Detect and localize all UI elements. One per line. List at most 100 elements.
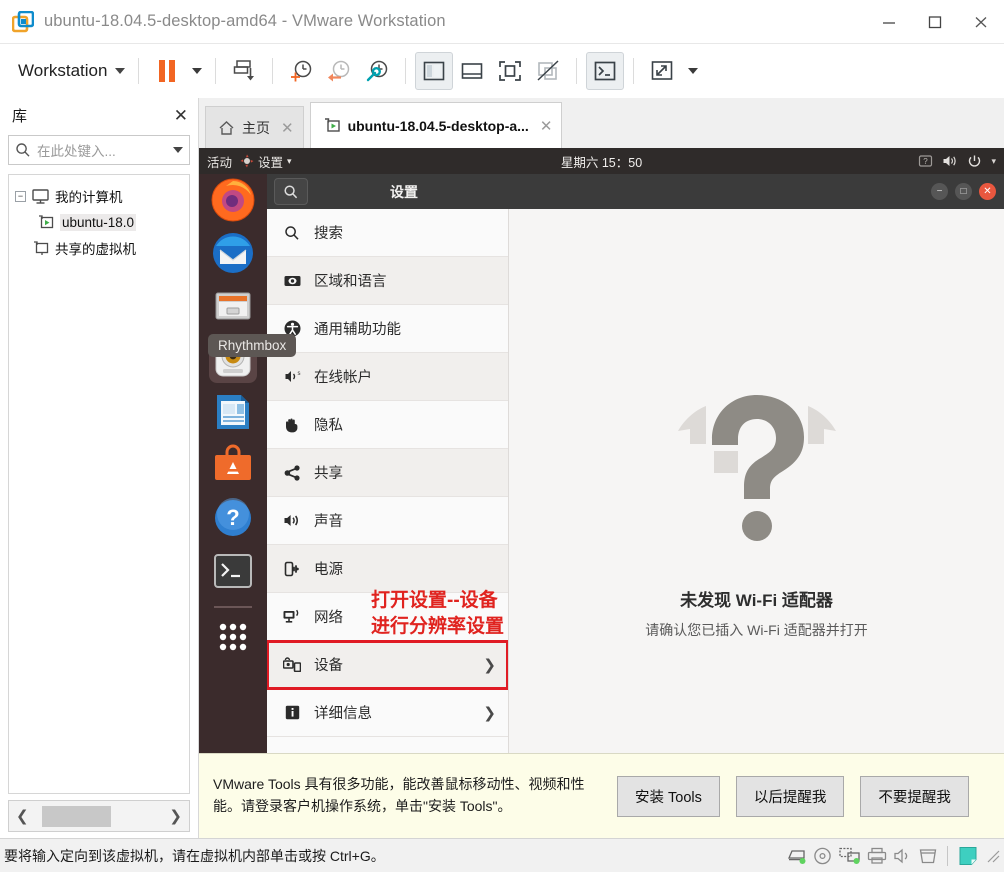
tree-item-my-computer[interactable]: − 我的计算机 xyxy=(13,183,185,209)
toolbar-divider xyxy=(138,58,140,84)
hard-disk-icon[interactable] xyxy=(787,847,807,865)
volume-icon xyxy=(943,156,957,166)
vmware-tools-message: VMware Tools 具有很多功能，能改善鼠标移动性、视频和性能。请登录客户… xyxy=(213,776,585,814)
removable-device-icon[interactable] xyxy=(919,847,937,865)
dock-item-thunderbird[interactable] xyxy=(209,229,257,277)
minimize-button[interactable] xyxy=(866,0,912,44)
settings-maximize-button[interactable]: □ xyxy=(955,183,972,200)
stretch-dropdown-button[interactable] xyxy=(681,52,703,90)
window-title: ubuntu-18.04.5-desktop-amd64 - VMware Wo… xyxy=(44,12,446,30)
scroll-left-button[interactable]: ❮ xyxy=(16,807,29,825)
activities-button[interactable]: 活动 xyxy=(207,152,232,171)
tree-item-label: 共享的虚拟机 xyxy=(55,242,136,257)
tab-close-button[interactable]: ✕ xyxy=(281,119,294,137)
tab-ubuntu-vm[interactable]: ubuntu-18.04.5-desktop-a... ✕ xyxy=(309,102,563,148)
maximize-button[interactable] xyxy=(912,0,958,44)
chevron-right-icon: ❯ xyxy=(483,704,496,722)
settings-item-details[interactable]: 详细信息 ❯ xyxy=(267,689,508,737)
dock-item-terminal[interactable] xyxy=(209,547,257,595)
sound-icon xyxy=(283,513,301,528)
home-icon xyxy=(219,120,234,135)
details-icon xyxy=(283,705,301,720)
stretch-button[interactable] xyxy=(643,52,681,90)
printer-icon[interactable] xyxy=(867,847,887,865)
settings-item-online-accounts[interactable]: s 在线帐户 xyxy=(267,353,508,401)
dock-item-firefox[interactable] xyxy=(209,176,257,224)
vmware-logo-icon xyxy=(11,10,35,33)
unity-mode-button[interactable] xyxy=(529,52,567,90)
unity-mode-icon xyxy=(537,60,559,81)
dock-item-show-applications[interactable] xyxy=(209,613,257,661)
settings-item-sharing[interactable]: 共享 xyxy=(267,449,508,497)
dock-item-libreoffice-writer[interactable] xyxy=(209,388,257,436)
terminal-button[interactable] xyxy=(586,52,625,90)
library-horizontal-scrollbar[interactable]: ❮ ❯ xyxy=(8,800,190,832)
library-search-box[interactable]: 在此处键入... xyxy=(8,135,190,165)
settings-item-power[interactable]: 电源 xyxy=(267,545,508,593)
clock[interactable]: 星期六 15：50 xyxy=(199,152,1004,171)
vmware-tools-buttons: 安装 Tools 以后提醒我 不要提醒我 xyxy=(617,775,969,817)
never-remind-me-button[interactable]: 不要提醒我 xyxy=(860,775,969,817)
chevron-down-icon[interactable]: ▾ xyxy=(991,156,996,167)
snapshot-revert-button[interactable] xyxy=(320,52,358,90)
app-menu-button[interactable]: 设置 ▾ xyxy=(240,152,292,171)
show-library-button[interactable] xyxy=(415,52,454,90)
settings-item-accessibility[interactable]: 通用辅助功能 xyxy=(267,305,508,353)
dock-item-ubuntu-software[interactable] xyxy=(209,441,257,489)
workstation-menu-button[interactable]: Workstation xyxy=(14,58,129,84)
snapshot-manager-button[interactable] xyxy=(358,52,396,90)
remind-me-later-button[interactable]: 以后提醒我 xyxy=(735,775,845,817)
settings-item-privacy[interactable]: 隐私 xyxy=(267,401,508,449)
snapshot-take-button[interactable] xyxy=(225,52,263,90)
snapshot-revert-icon xyxy=(328,60,350,82)
pause-button[interactable] xyxy=(148,52,186,90)
chevron-down-icon[interactable] xyxy=(173,147,183,153)
settings-item-label: 在线帐户 xyxy=(314,370,372,386)
settings-item-sound[interactable]: 声音 xyxy=(267,497,508,545)
snapshot-add-button[interactable] xyxy=(282,52,320,90)
tree-item-shared-vms[interactable]: 共享的虚拟机 xyxy=(13,235,185,261)
search-icon xyxy=(284,184,298,198)
scroll-thumb[interactable] xyxy=(42,806,111,827)
cd-dvd-icon[interactable] xyxy=(813,847,833,865)
tree-item-label: 我的计算机 xyxy=(55,190,123,205)
settings-close-button[interactable]: ✕ xyxy=(979,183,996,200)
title-bar: ubuntu-18.04.5-desktop-amd64 - VMware Wo… xyxy=(0,0,1004,44)
svg-text:?: ? xyxy=(226,505,239,530)
status-divider xyxy=(947,845,948,866)
fullscreen-button[interactable] xyxy=(491,52,529,90)
settings-item-devices[interactable]: 设备 ❯ xyxy=(267,640,508,690)
tab-home[interactable]: 主页 ✕ xyxy=(205,106,304,148)
tree-item-ubuntu-vm[interactable]: ubuntu-18.0 xyxy=(13,209,185,235)
resize-grip-icon[interactable] xyxy=(986,849,1000,863)
settings-sidebar[interactable]: 搜索 区域和语言 通用辅助功能 s 在线帐户 隐私 共享 声音 电源 网络 设备… xyxy=(267,209,509,753)
show-console-view-button[interactable] xyxy=(453,52,491,90)
status-device-icons xyxy=(787,845,1000,866)
library-tree[interactable]: − 我的计算机 ubuntu-18.0 共享的虚拟机 xyxy=(8,174,190,794)
dock-item-help[interactable]: ? xyxy=(209,494,257,542)
chevron-right-icon: ❯ xyxy=(483,656,496,674)
shared-vm-icon xyxy=(34,240,49,255)
settings-item-region-language[interactable]: 区域和语言 xyxy=(267,257,508,305)
dock-item-files[interactable] xyxy=(209,282,257,330)
vm-console[interactable]: 活动 设置 ▾ 星期六 15：50 ? ▾ ? 设置 − □ ✕ 搜索 区域和语… xyxy=(199,148,1004,753)
tab-close-button[interactable]: ✕ xyxy=(540,117,553,135)
network-adapter-icon[interactable] xyxy=(839,847,861,865)
pause-dropdown-button[interactable] xyxy=(186,52,206,90)
toolbar-divider xyxy=(405,58,407,84)
settings-minimize-button[interactable]: − xyxy=(931,183,948,200)
system-status-area[interactable]: ? ▾ xyxy=(918,154,996,169)
settings-window-title: 设置 xyxy=(390,183,418,200)
close-button[interactable] xyxy=(958,0,1004,44)
status-message: 要将输入定向到该虚拟机，请在虚拟机内部单击或按 Ctrl+G。 xyxy=(4,847,385,864)
settings-item-search[interactable]: 搜索 xyxy=(267,209,508,257)
expander-icon[interactable]: − xyxy=(15,190,26,202)
library-close-button[interactable]: ✕ xyxy=(174,107,188,124)
sound-card-icon[interactable] xyxy=(893,847,913,865)
library-header: 库 ✕ xyxy=(0,98,198,132)
terminal-icon xyxy=(214,554,252,588)
note-icon[interactable] xyxy=(958,846,978,866)
power-icon xyxy=(969,155,981,167)
install-tools-button[interactable]: 安装 Tools xyxy=(617,775,720,817)
scroll-right-button[interactable]: ❯ xyxy=(169,807,182,825)
